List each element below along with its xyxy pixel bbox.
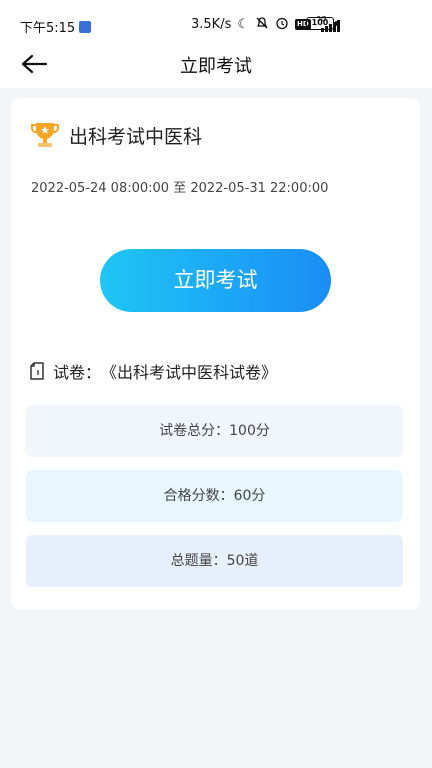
exam-header: 出科考试中医科 xyxy=(31,120,202,150)
battery-icon: 100 xyxy=(306,17,337,30)
page-title: 立即考试 xyxy=(180,56,252,77)
question-count-box: 总题量：50道 xyxy=(26,535,403,587)
start-exam-button[interactable]: 立即考试 xyxy=(100,249,331,312)
nav-bar: 立即考试 xyxy=(0,40,432,88)
moon-icon: ☾ xyxy=(237,17,250,32)
paper-row: 试卷： 《出科考试中医科试卷》 xyxy=(29,359,277,383)
exam-title: 出科考试中医科 xyxy=(69,125,203,148)
total-score-box: 试卷总分：100分 xyxy=(26,405,403,457)
trophy-icon xyxy=(31,123,59,147)
alarm-icon xyxy=(275,16,289,33)
status-time: 下午5:15 xyxy=(20,21,76,36)
shield-icon xyxy=(79,20,92,33)
paper-label: 试卷： xyxy=(53,363,102,382)
pass-score-box: 合格分数：60分 xyxy=(26,470,403,522)
exam-date-range: 2022-05-24 08:00:00 至 2022-05-31 22:00:0… xyxy=(31,181,329,196)
document-icon xyxy=(30,362,44,380)
mute-icon xyxy=(255,16,269,33)
status-time-group: 下午5:15 xyxy=(20,17,92,36)
paper-name: 《出科考试中医科试卷》 xyxy=(101,363,278,382)
net-speed: 3.5K/s xyxy=(191,17,232,32)
exam-card: 出科考试中医科 2022-05-24 08:00:00 至 2022-05-31… xyxy=(11,98,420,610)
